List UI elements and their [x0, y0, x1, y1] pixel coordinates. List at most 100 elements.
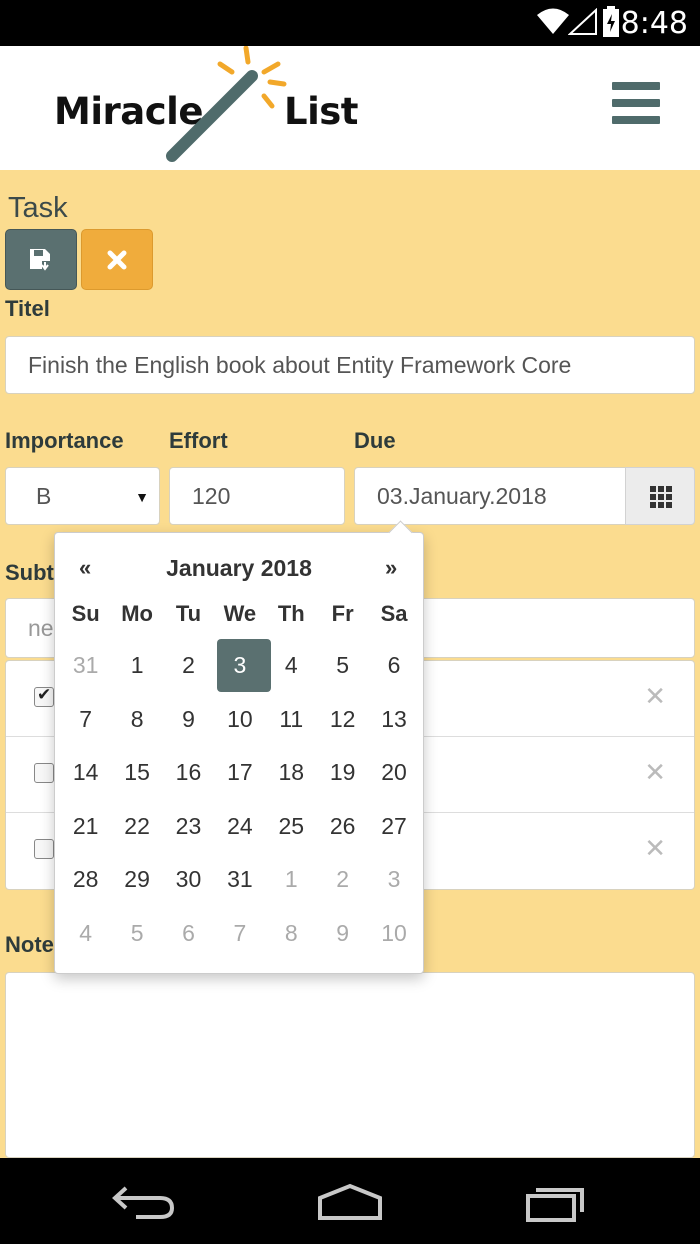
calendar-day[interactable]: 5 [111, 907, 162, 961]
calendar-day[interactable]: 21 [60, 800, 111, 854]
importance-select[interactable]: B ▼ [5, 467, 160, 525]
calendar-day[interactable]: 3 [368, 853, 419, 907]
calendar-week-row: 7 8 9 10 11 12 13 [60, 693, 420, 747]
calendar-day[interactable]: 29 [111, 853, 162, 907]
calendar-day[interactable]: 31 [60, 639, 111, 693]
calendar-day[interactable]: 19 [317, 746, 368, 800]
subtasks-label: Subt [5, 560, 54, 585]
notes-textarea[interactable] [5, 972, 695, 1158]
calendar-grid-icon [650, 486, 672, 508]
effort-input[interactable]: 120 [169, 467, 345, 525]
calendar-day[interactable]: 7 [60, 693, 111, 747]
calendar-day[interactable]: 8 [266, 907, 317, 961]
close-icon [107, 250, 127, 269]
subtask-checkbox[interactable] [34, 763, 54, 783]
weekday-header-row: Su Mo Tu We Th Fr Sa [60, 601, 420, 639]
save-button[interactable] [5, 229, 77, 290]
calendar-day[interactable]: 24 [214, 800, 265, 854]
page-title: Task [8, 192, 68, 224]
due-date-input[interactable]: 03.January.2018 [354, 467, 626, 525]
battery-icon [602, 6, 620, 43]
status-bar: 8:48 [0, 0, 700, 46]
delete-subtask-icon[interactable]: ✕ [644, 757, 666, 788]
calendar-week-row: 21 22 23 24 25 26 27 [60, 800, 420, 854]
calendar-day[interactable]: 6 [368, 639, 419, 693]
calendar-day[interactable]: 31 [214, 853, 265, 907]
back-icon[interactable] [112, 1182, 176, 1222]
calendar-day[interactable]: 20 [368, 746, 419, 800]
date-picker-header: January 2018 « » [55, 551, 423, 587]
weekday-label: Fr [331, 601, 354, 626]
calendar-day[interactable]: 9 [317, 907, 368, 961]
calendar-day[interactable]: 5 [317, 639, 368, 693]
calendar-day[interactable]: 18 [266, 746, 317, 800]
calendar-day[interactable]: 26 [317, 800, 368, 854]
caret-down-icon: ▼ [135, 489, 149, 505]
calendar-day[interactable]: 6 [163, 907, 214, 961]
importance-label: Importance [5, 428, 124, 453]
weekday-label: We [223, 601, 257, 626]
calendar-day[interactable]: 22 [111, 800, 162, 854]
calendar-day[interactable]: 30 [163, 853, 214, 907]
due-date-value: 03.January.2018 [377, 482, 547, 509]
logo-word-list: List [284, 90, 358, 133]
wifi-icon [536, 6, 570, 41]
signal-icon [567, 7, 598, 41]
calendar-day[interactable]: 4 [266, 639, 317, 693]
previous-month-button[interactable]: « [79, 555, 91, 581]
title-input-value: Finish the English book about Entity Fra… [28, 351, 572, 378]
weekday-label: Su [71, 601, 100, 626]
calendar-week-row: 31 1 2 3 4 5 6 [60, 639, 420, 693]
calendar-week-row: 28 29 30 31 1 2 3 [60, 853, 420, 907]
calendar-day[interactable]: 4 [60, 907, 111, 961]
system-navigation-bar [0, 1158, 700, 1244]
title-input[interactable]: Finish the English book about Entity Fra… [5, 336, 695, 394]
logo[interactable]: Miracle List [50, 46, 370, 170]
due-label: Due [354, 428, 396, 453]
calendar-day[interactable]: 9 [163, 693, 214, 747]
calendar-day[interactable]: 11 [266, 693, 317, 747]
recent-apps-icon[interactable] [524, 1182, 588, 1222]
calendar-day[interactable]: 1 [266, 853, 317, 907]
calendar-day[interactable]: 2 [163, 639, 214, 693]
home-icon[interactable] [316, 1182, 384, 1222]
calendar-day[interactable]: 15 [111, 746, 162, 800]
calendar-day[interactable]: 7 [214, 907, 265, 961]
hamburger-menu-icon[interactable] [612, 82, 662, 130]
subtask-checkbox[interactable] [34, 685, 54, 707]
weekday-label: Sa [380, 601, 408, 626]
calendar-day[interactable]: 27 [368, 800, 419, 854]
calendar-day[interactable]: 1 [111, 639, 162, 693]
date-picker-weeks: 31 1 2 3 4 5 6 7 8 9 10 11 12 13 14 15 16 17 18 19 20 21 22 23 2… [60, 639, 420, 960]
calendar-day[interactable]: 23 [163, 800, 214, 854]
date-picker-month-title[interactable]: January 2018 [55, 555, 423, 582]
effort-value: 120 [192, 482, 231, 509]
calendar-week-row: 4 5 6 7 8 9 10 [60, 907, 420, 961]
clock: 8:48 [620, 6, 688, 41]
cancel-button[interactable] [81, 229, 153, 290]
weekday-label: Mo [121, 601, 153, 626]
calendar-day[interactable]: 25 [266, 800, 317, 854]
calendar-day[interactable]: 10 [368, 907, 419, 961]
calendar-day[interactable]: 12 [317, 693, 368, 747]
date-picker: January 2018 « » Su Mo Tu We Th Fr Sa 31… [54, 532, 424, 974]
date-picker-grid: Su Mo Tu We Th Fr Sa 31 1 2 3 4 5 6 7 8 9 10 11 12 13… [60, 601, 420, 960]
effort-label: Effort [169, 428, 228, 453]
magic-wand-icon [166, 46, 287, 162]
delete-subtask-icon[interactable]: ✕ [644, 681, 666, 712]
calendar-day[interactable]: 14 [60, 746, 111, 800]
calendar-button[interactable] [625, 467, 695, 525]
calendar-day[interactable]: 17 [214, 746, 265, 800]
subtask-checkbox[interactable] [34, 839, 54, 859]
calendar-day[interactable]: 2 [317, 853, 368, 907]
next-month-button[interactable]: » [385, 555, 397, 581]
calendar-day[interactable]: 28 [60, 853, 111, 907]
calendar-day[interactable]: 8 [111, 693, 162, 747]
calendar-day[interactable]: 16 [163, 746, 214, 800]
calendar-day[interactable]: 13 [368, 693, 419, 747]
delete-subtask-icon[interactable]: ✕ [644, 833, 666, 864]
calendar-day-selected[interactable]: 3 [214, 639, 272, 693]
calendar-day[interactable]: 10 [214, 693, 265, 747]
weekday-label: Th [277, 601, 305, 626]
importance-value: B [36, 482, 52, 509]
